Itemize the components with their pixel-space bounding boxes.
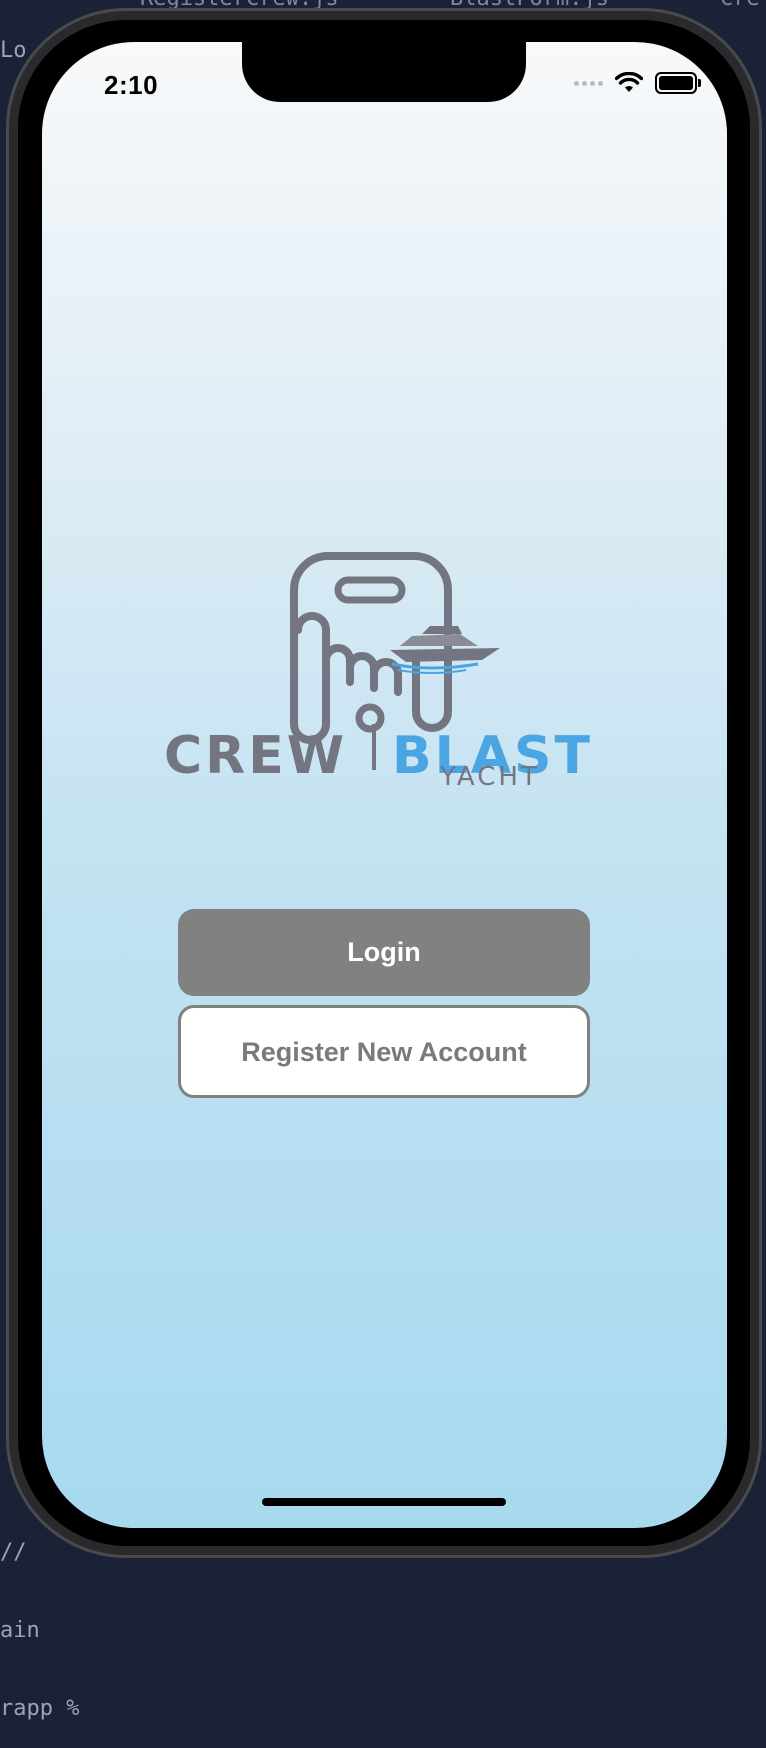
ide-terminal-line: // (0, 1540, 27, 1565)
cellular-signal-icon (574, 80, 603, 86)
app-screen: 2:10 CREW BLAST YACHT Login Register New… (42, 42, 727, 1528)
login-button[interactable]: Login (178, 909, 590, 996)
ide-terminal-line: rapp % (0, 1696, 80, 1721)
home-indicator[interactable] (262, 1498, 506, 1506)
register-new-account-button[interactable]: Register New Account (178, 1005, 590, 1098)
brand-wordmark: CREW BLAST YACHT (164, 724, 614, 792)
ide-terminal-line: ain (0, 1618, 40, 1643)
status-indicators (574, 72, 701, 94)
battery-icon (655, 72, 701, 94)
ide-tab-cre[interactable]: Cre (720, 0, 760, 12)
wifi-icon (615, 72, 643, 92)
brand-yacht-text: YACHT (440, 762, 540, 792)
ide-code-fragment: Lo (0, 38, 27, 63)
status-time: 2:10 (104, 70, 159, 100)
device-notch (242, 42, 526, 102)
brand-divider (372, 724, 376, 770)
brand-crew-text: CREW (164, 726, 348, 786)
